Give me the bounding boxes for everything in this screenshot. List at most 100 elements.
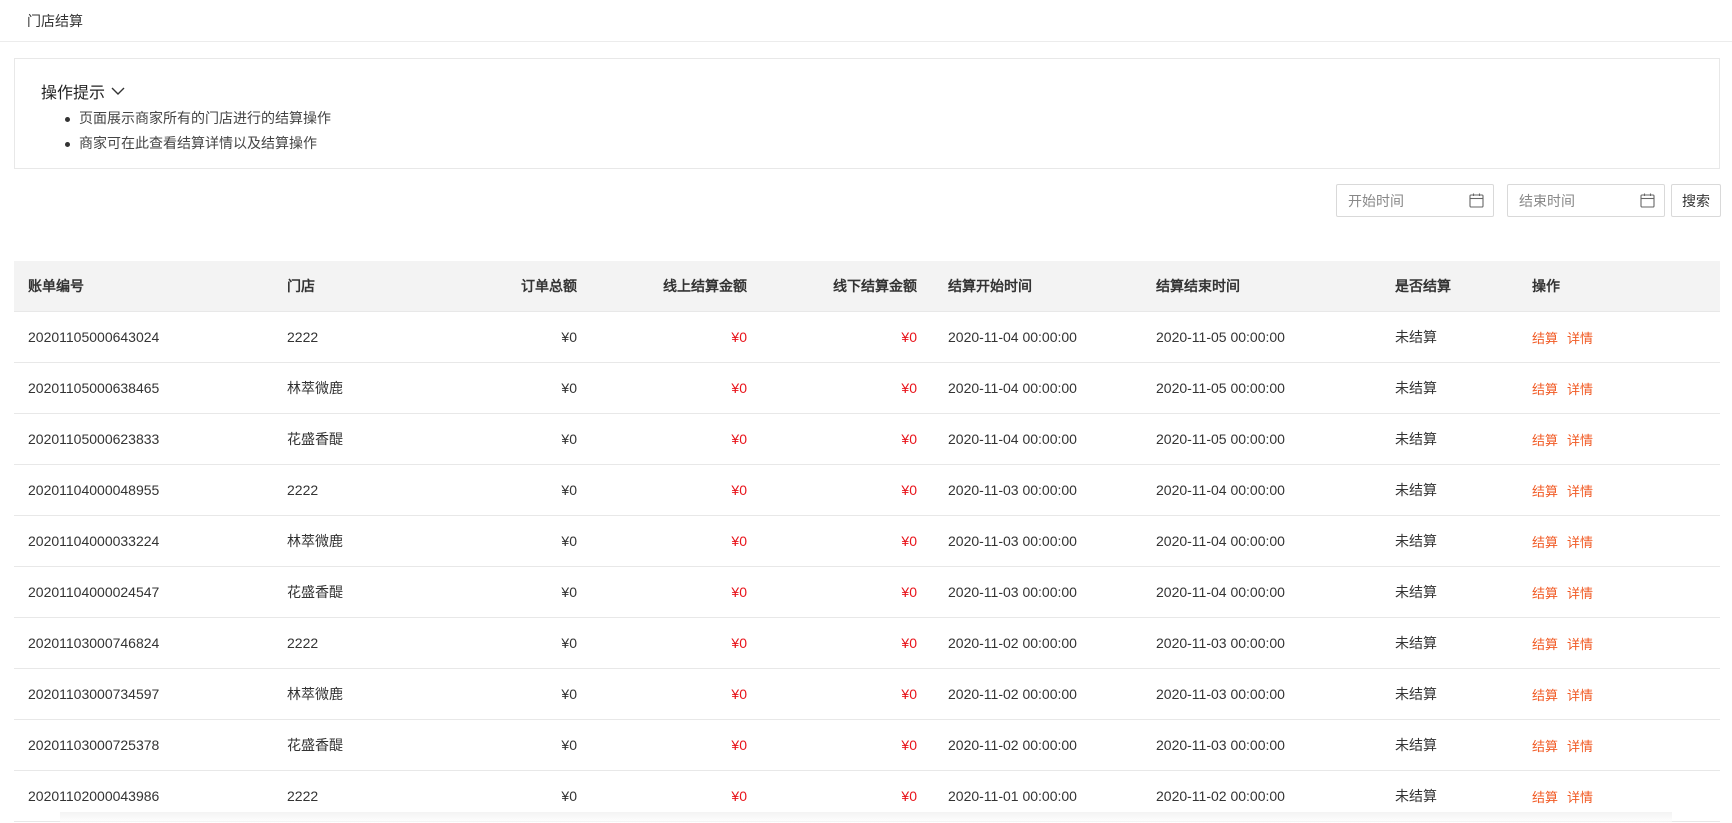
- start-date-picker[interactable]: [1336, 184, 1494, 217]
- offline-amount: ¥0: [901, 329, 917, 345]
- online-amount: ¥0: [731, 584, 747, 600]
- settle-link[interactable]: 结算: [1532, 739, 1558, 754]
- store-name: 花盛香醍: [287, 584, 343, 600]
- settle-start-time: 2020-11-04 00:00:00: [948, 380, 1077, 396]
- detail-link[interactable]: 详情: [1567, 688, 1593, 703]
- settle-link[interactable]: 结算: [1532, 637, 1558, 652]
- detail-link[interactable]: 详情: [1567, 790, 1593, 805]
- bill-id: 20201105000643024: [28, 329, 160, 345]
- settle-link[interactable]: 结算: [1532, 331, 1558, 346]
- tips-item: 商家可在此查看结算详情以及结算操作: [65, 131, 331, 156]
- store-name: 2222: [287, 329, 319, 345]
- settle-end-time: 2020-11-02 00:00:00: [1156, 788, 1285, 804]
- start-date-input[interactable]: [1348, 192, 1458, 209]
- online-amount: ¥0: [731, 635, 747, 651]
- offline-amount: ¥0: [901, 431, 917, 447]
- bill-id: 20201102000043986: [28, 788, 160, 804]
- settle-link[interactable]: 结算: [1532, 688, 1558, 703]
- column-header: 线下结算金额: [833, 278, 917, 294]
- online-amount: ¥0: [731, 380, 747, 396]
- offline-amount: ¥0: [901, 635, 917, 651]
- settle-status: 未结算: [1395, 329, 1437, 345]
- table-row: 20201105000623833 花盛香醍 ¥0 ¥0 ¥0 2020-11-…: [14, 414, 1720, 465]
- offline-amount: ¥0: [901, 584, 917, 600]
- column-header: 操作: [1532, 278, 1560, 294]
- settle-end-time: 2020-11-03 00:00:00: [1156, 686, 1285, 702]
- column-header: 订单总额: [521, 278, 577, 294]
- detail-link[interactable]: 详情: [1567, 382, 1593, 397]
- table-row: 20201103000734597 林萃微鹿 ¥0 ¥0 ¥0 2020-11-…: [14, 669, 1720, 720]
- bill-id: 20201104000024547: [28, 584, 160, 600]
- settle-status: 未结算: [1395, 380, 1437, 396]
- order-total: ¥0: [561, 431, 577, 447]
- row-actions: 结算 详情: [1532, 634, 1712, 653]
- column-header: 账单编号: [28, 278, 84, 294]
- offline-amount: ¥0: [901, 788, 917, 804]
- bill-id: 20201105000638465: [28, 380, 160, 396]
- bill-id: 20201103000734597: [28, 686, 160, 702]
- order-total: ¥0: [561, 737, 577, 753]
- offline-amount: ¥0: [901, 380, 917, 396]
- settle-link[interactable]: 结算: [1532, 790, 1558, 805]
- top-bar: 门店结算: [0, 0, 1732, 42]
- store-name: 2222: [287, 635, 319, 651]
- settle-start-time: 2020-11-03 00:00:00: [948, 482, 1077, 498]
- offline-amount: ¥0: [901, 737, 917, 753]
- tips-item: 页面展示商家所有的门店进行的结算操作: [65, 106, 331, 131]
- row-actions: 结算 详情: [1532, 430, 1712, 449]
- offline-amount: ¥0: [901, 533, 917, 549]
- settle-end-time: 2020-11-04 00:00:00: [1156, 533, 1285, 549]
- settle-status: 未结算: [1395, 431, 1437, 447]
- settle-link[interactable]: 结算: [1532, 535, 1558, 550]
- tips-list: 页面展示商家所有的门店进行的结算操作 商家可在此查看结算详情以及结算操作: [65, 106, 331, 156]
- tips-panel: 操作提示 页面展示商家所有的门店进行的结算操作 商家可在此查看结算详情以及结算操…: [14, 58, 1720, 169]
- search-button[interactable]: 搜索: [1671, 184, 1721, 217]
- settle-end-time: 2020-11-05 00:00:00: [1156, 329, 1285, 345]
- settle-status: 未结算: [1395, 635, 1437, 651]
- row-actions: 结算 详情: [1532, 532, 1712, 551]
- settle-link[interactable]: 结算: [1532, 586, 1558, 601]
- row-actions: 结算 详情: [1532, 328, 1712, 347]
- bill-id: 20201105000623833: [28, 431, 160, 447]
- detail-link[interactable]: 详情: [1567, 484, 1593, 499]
- detail-link[interactable]: 详情: [1567, 433, 1593, 448]
- row-actions: 结算 详情: [1532, 379, 1712, 398]
- offline-amount: ¥0: [901, 482, 917, 498]
- column-header: 结算开始时间: [948, 278, 1032, 294]
- settle-start-time: 2020-11-02 00:00:00: [948, 635, 1077, 651]
- settle-status: 未结算: [1395, 737, 1437, 753]
- settle-start-time: 2020-11-01 00:00:00: [948, 788, 1077, 804]
- store-name: 林萃微鹿: [287, 533, 343, 549]
- detail-link[interactable]: 详情: [1567, 637, 1593, 652]
- end-date-picker[interactable]: [1507, 184, 1665, 217]
- column-header: 结算结束时间: [1156, 278, 1240, 294]
- row-actions: 结算 详情: [1532, 736, 1712, 755]
- settle-link[interactable]: 结算: [1532, 484, 1558, 499]
- detail-link[interactable]: 详情: [1567, 586, 1593, 601]
- store-name: 花盛香醍: [287, 737, 343, 753]
- order-total: ¥0: [561, 635, 577, 651]
- store-name: 林萃微鹿: [287, 380, 343, 396]
- online-amount: ¥0: [731, 329, 747, 345]
- detail-link[interactable]: 详情: [1567, 739, 1593, 754]
- order-total: ¥0: [561, 482, 577, 498]
- settle-end-time: 2020-11-04 00:00:00: [1156, 482, 1285, 498]
- online-amount: ¥0: [731, 686, 747, 702]
- table-row: 20201105000638465 林萃微鹿 ¥0 ¥0 ¥0 2020-11-…: [14, 363, 1720, 414]
- settle-link[interactable]: 结算: [1532, 433, 1558, 448]
- online-amount: ¥0: [731, 482, 747, 498]
- order-total: ¥0: [561, 533, 577, 549]
- settle-link[interactable]: 结算: [1532, 382, 1558, 397]
- end-date-input[interactable]: [1519, 192, 1629, 209]
- table-row: 20201103000746824 2222 ¥0 ¥0 ¥0 2020-11-…: [14, 618, 1720, 669]
- online-amount: ¥0: [731, 788, 747, 804]
- order-total: ¥0: [561, 584, 577, 600]
- store-name: 花盛香醍: [287, 431, 343, 447]
- detail-link[interactable]: 详情: [1567, 535, 1593, 550]
- table-row: 20201104000048955 2222 ¥0 ¥0 ¥0 2020-11-…: [14, 465, 1720, 516]
- settle-start-time: 2020-11-02 00:00:00: [948, 686, 1077, 702]
- table-header: 账单编号 门店 订单总额 线上结算金额 线下结算金额 结算开始时间 结算结束时间…: [14, 261, 1720, 312]
- tips-toggle[interactable]: 操作提示: [41, 79, 125, 103]
- detail-link[interactable]: 详情: [1567, 331, 1593, 346]
- row-actions: 结算 详情: [1532, 685, 1712, 704]
